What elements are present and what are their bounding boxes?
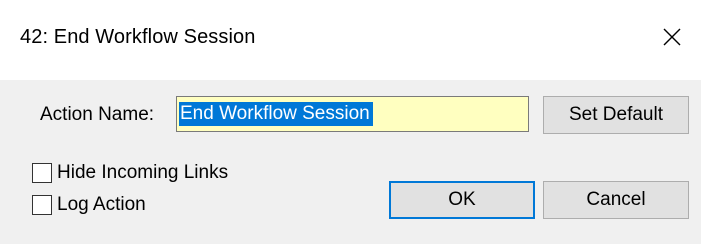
- action-name-label: Action Name:: [40, 104, 155, 125]
- cancel-button[interactable]: Cancel: [543, 181, 689, 219]
- close-button[interactable]: [649, 14, 695, 60]
- action-name-selected-text[interactable]: End Workflow Session: [179, 102, 373, 126]
- hide-incoming-links-option[interactable]: Hide Incoming Links: [32, 162, 228, 184]
- action-name-input[interactable]: End Workflow Session: [176, 96, 529, 132]
- title-bar: 42: End Workflow Session: [0, 0, 701, 80]
- set-default-button[interactable]: Set Default: [543, 96, 689, 134]
- hide-incoming-links-checkbox[interactable]: [32, 163, 52, 183]
- ok-button[interactable]: OK: [389, 181, 535, 219]
- log-action-checkbox[interactable]: [32, 195, 52, 215]
- log-action-option[interactable]: Log Action: [32, 194, 146, 216]
- close-icon: [663, 28, 681, 46]
- dialog-body: Action Name: End Workflow Session Set De…: [0, 80, 701, 244]
- end-workflow-session-dialog: 42: End Workflow Session Action Name: En…: [0, 0, 701, 244]
- window-title: 42: End Workflow Session: [20, 26, 256, 48]
- log-action-label[interactable]: Log Action: [57, 194, 146, 216]
- hide-incoming-links-label[interactable]: Hide Incoming Links: [57, 162, 228, 184]
